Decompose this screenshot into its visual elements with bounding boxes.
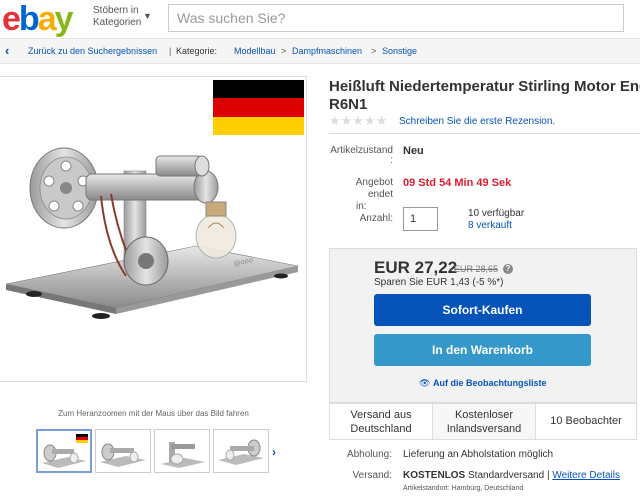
quantity-input[interactable] — [403, 207, 438, 231]
condition-value: Neu — [403, 145, 424, 157]
item-location: Artikelstandort: Hamburg, Deutschland — [403, 485, 524, 492]
breadcrumb-modellbau[interactable]: Modellbau — [234, 39, 276, 63]
breadcrumb-separator: > — [281, 46, 287, 56]
shipping-summary: Versand aus Deutschland Kostenloser Inland… — [329, 403, 637, 440]
buy-now-button[interactable]: Sofort-Kaufen — [374, 294, 591, 326]
breadcrumb-bar: ‹ Zurück zu den Suchergebnissen | Katego… — [0, 38, 640, 64]
thumbnail[interactable] — [154, 429, 210, 473]
write-review-link[interactable]: Schreiben Sie die erste Rezension. — [399, 116, 555, 127]
shipping-value: KOSTENLOS Standardversand | Weitere Deta… — [403, 470, 620, 481]
chevron-right-icon[interactable]: › — [272, 445, 276, 459]
ships-from-cell: Versand aus Deutschland — [350, 409, 412, 435]
original-price: EUR 28,65 — [454, 264, 499, 274]
shipping-type: Standardversand | — [468, 470, 550, 481]
watchers-cell: 10 Beobachter — [550, 415, 622, 427]
thumbnail[interactable] — [213, 429, 269, 473]
stirling-engine-image[interactable]: @ooo — [6, 136, 302, 326]
item-title: Heißluft Niedertemperatur Stirling Motor… — [329, 78, 640, 95]
free-shipping-cell: Kostenloser Inlandsversand — [432, 404, 536, 439]
chevron-down-icon[interactable]: ▼ — [143, 11, 152, 21]
shipping-label: Versand: — [352, 470, 392, 481]
savings-text: Sparen Sie EUR 1,43 (-5 %*) — [374, 277, 504, 288]
sold-count-link[interactable]: 8 verkauft — [468, 220, 512, 231]
offer-ends-label: Angebot endet in: — [355, 177, 393, 212]
breadcrumb-dampfmaschinen[interactable]: Dampfmaschinen — [292, 39, 362, 63]
more-details-link[interactable]: Weitere Details — [552, 470, 620, 481]
logo-letter-b: b — [18, 0, 40, 38]
shipping-free: KOSTENLOS — [403, 470, 466, 481]
item-title-line2: R6N1 — [329, 96, 368, 113]
breadcrumb-divider: | — [169, 46, 172, 56]
time-left: 09 Std 54 Min 49 Sek — [403, 177, 512, 189]
germany-flag-icon — [213, 80, 304, 135]
quantity-label: Anzahl: — [359, 213, 393, 224]
rating-stars-icon[interactable]: ★★★★★ — [329, 113, 387, 129]
thumbnail[interactable] — [36, 429, 92, 473]
logo-letter-a: a — [37, 0, 57, 38]
category-label: Kategorie: — [176, 46, 218, 56]
condition-label: Artikelzustand : — [330, 145, 393, 166]
site-header: ebay Stöbern in Kategorien ▼ — [0, 0, 640, 38]
logo-letter-e: e — [2, 0, 21, 38]
add-to-cart-button[interactable]: In den Warenkorb — [374, 334, 591, 366]
eye-icon[interactable]: 👁 — [419, 378, 430, 389]
info-icon[interactable]: ? — [503, 264, 513, 274]
back-to-results-link[interactable]: Zurück zu den Suchergebnissen — [28, 39, 157, 63]
logo-letter-y: y — [54, 0, 74, 38]
chevron-left-icon[interactable]: ‹ — [5, 39, 9, 63]
price: EUR 27,22 — [374, 258, 458, 277]
search-input[interactable] — [168, 4, 624, 32]
breadcrumb-sonstige[interactable]: Sonstige — [382, 39, 417, 63]
add-to-watchlist-link[interactable]: Auf die Beobachtungsliste — [433, 378, 547, 388]
pickup-value: Lieferung an Abholstation möglich — [403, 449, 554, 460]
thumbnail[interactable] — [95, 429, 151, 473]
breadcrumb-separator: > — [371, 46, 377, 56]
divider — [329, 133, 640, 134]
available-count: 10 verfügbar — [468, 208, 525, 219]
pickup-label: Abholung: — [346, 449, 392, 460]
zoom-hint: Zum Heranzoomen mit der Maus über das Bi… — [58, 409, 249, 418]
ebay-logo[interactable]: ebay — [2, 0, 74, 38]
